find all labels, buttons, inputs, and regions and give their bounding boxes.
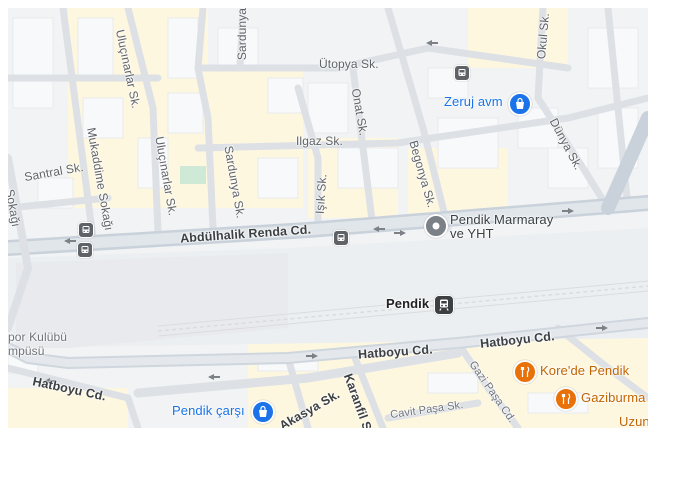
street-label-utopya: Ütopya Sk. bbox=[319, 57, 379, 71]
bus-icon[interactable] bbox=[333, 230, 349, 246]
fork-knife-icon[interactable] bbox=[554, 387, 578, 411]
place-label-gaziburma[interactable]: Gaziburma bbox=[581, 391, 645, 404]
landmark-pin-icon[interactable] bbox=[424, 214, 448, 238]
shopping-bag-icon[interactable] bbox=[251, 400, 275, 424]
place-label-pendik-station[interactable]: Pendik bbox=[386, 297, 429, 310]
bus-icon[interactable] bbox=[78, 222, 94, 238]
shopping-bag-icon[interactable] bbox=[508, 92, 532, 116]
street-label-sardunya-top: Sardunya bbox=[235, 8, 250, 61]
place-label-pendik-marmaray-yht[interactable]: ve YHT bbox=[450, 227, 494, 240]
bus-icon[interactable] bbox=[454, 65, 470, 81]
street-label-okul: Okul Sk. bbox=[534, 12, 553, 60]
place-label-kore-de-pendik[interactable]: Kore'de Pendik bbox=[540, 364, 629, 377]
park-area bbox=[180, 166, 206, 184]
map-viewport[interactable]: Ütopya Sk. Okul Sk. Sardunya Uluçınarlar… bbox=[8, 8, 648, 428]
bus-icon[interactable] bbox=[77, 242, 93, 258]
place-label-uzun[interactable]: Uzun bbox=[619, 415, 648, 428]
place-label-pendik-marmaray[interactable]: Pendik Marmaray bbox=[450, 213, 553, 226]
train-icon[interactable] bbox=[434, 295, 454, 315]
fork-knife-icon[interactable] bbox=[513, 360, 537, 384]
place-label-pendik-carsi[interactable]: Pendik çarşı bbox=[172, 404, 245, 417]
place-label-zeruj[interactable]: Zeruj avm bbox=[444, 95, 503, 108]
place-label-spor-kulubu[interactable]: por Kulübü bbox=[8, 331, 67, 343]
street-label-ilgaz: Ilgaz Sk. bbox=[296, 134, 343, 148]
place-label-kampusu[interactable]: mpüsü bbox=[8, 345, 45, 357]
street-label-isik: Işık Sk. bbox=[312, 173, 330, 215]
